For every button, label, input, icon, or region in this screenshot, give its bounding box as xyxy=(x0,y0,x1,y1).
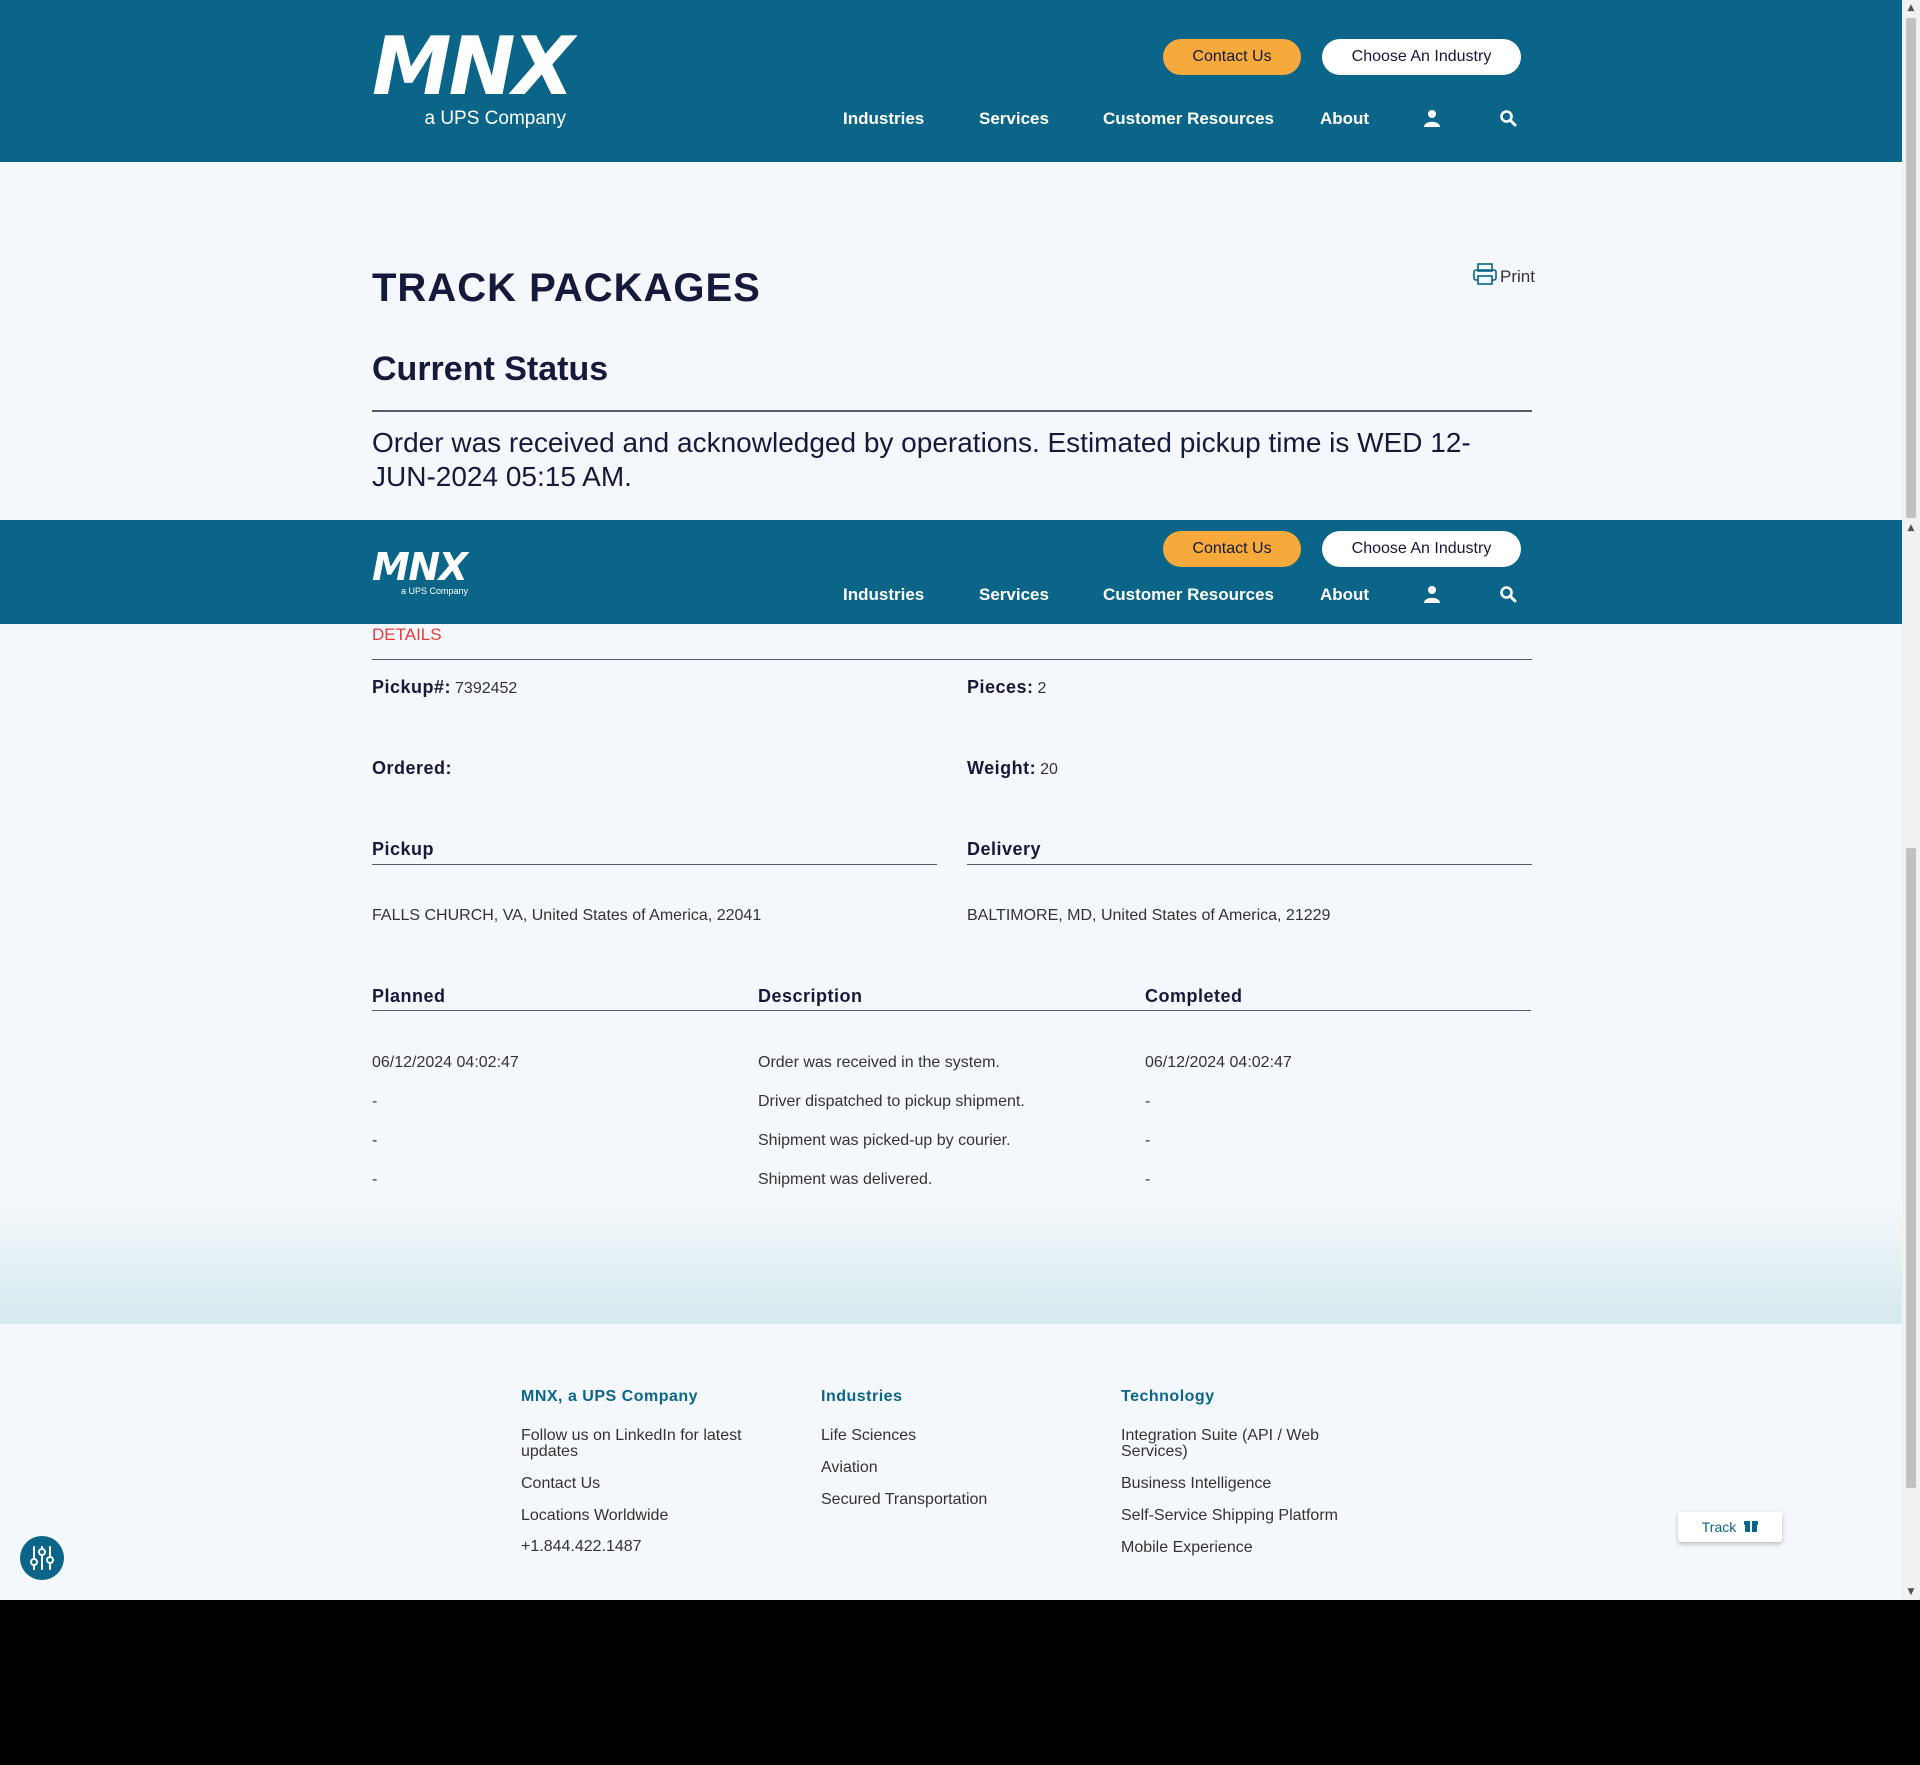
current-status-heading: Current Status xyxy=(372,350,609,388)
nav-industries[interactable]: Industries xyxy=(843,109,924,129)
table-cell-planned: - xyxy=(372,1093,378,1110)
page-title: TRACK PACKAGES xyxy=(372,266,761,310)
table-cell-completed: - xyxy=(1145,1093,1151,1110)
footer-link-phone[interactable]: +1.844.422.1487 xyxy=(521,1539,642,1555)
search-icon[interactable] xyxy=(1499,109,1519,129)
scroll-thumb[interactable] xyxy=(1906,848,1916,1488)
footer-link-locations[interactable]: Locations Worldwide xyxy=(521,1508,668,1524)
table-cell-description: Driver dispatched to pickup shipment. xyxy=(758,1093,1025,1110)
column-header-completed: Completed xyxy=(1145,986,1243,1006)
site-header: MNX a UPS Company Contact Us Choose An I… xyxy=(0,0,1902,162)
sticky-search-icon[interactable] xyxy=(1499,585,1519,605)
track-label: Track xyxy=(1701,1519,1737,1535)
pickup-heading: Pickup xyxy=(372,839,435,859)
nav-about[interactable]: About xyxy=(1320,109,1369,129)
table-cell-description: Order was received in the system. xyxy=(758,1054,1000,1071)
footer-link-contact-us[interactable]: Contact Us xyxy=(521,1476,600,1492)
column-header-planned: Planned xyxy=(372,986,446,1006)
weight-field: Weight: 20 xyxy=(967,758,1058,778)
delivery-divider xyxy=(967,864,1532,865)
column-header-description: Description xyxy=(758,986,863,1006)
table-cell-planned: - xyxy=(372,1171,378,1188)
details-divider xyxy=(372,659,1532,660)
nav-services[interactable]: Services xyxy=(979,109,1049,129)
pieces-field: Pieces: 2 xyxy=(967,677,1047,697)
ordered-field: Ordered: xyxy=(372,758,453,778)
footer-heading-technology: Technology xyxy=(1121,1388,1215,1405)
scroll-down-arrow[interactable]: ▼ xyxy=(1902,1584,1920,1600)
footer-link-integration-suite[interactable]: Integration Suite (API / Web Services) xyxy=(1121,1428,1341,1460)
table-cell-completed: - xyxy=(1145,1132,1151,1149)
delivery-address: BALTIMORE, MD, United States of America,… xyxy=(967,907,1331,924)
scroll-up-arrow[interactable]: ▲ xyxy=(1902,520,1920,536)
footer-link-linkedin[interactable]: Follow us on LinkedIn for latest updates xyxy=(521,1428,761,1460)
sticky-mnx-logo[interactable]: MNX a UPS Company xyxy=(372,548,472,596)
delivery-heading: Delivery xyxy=(967,839,1042,859)
sticky-user-icon[interactable] xyxy=(1423,585,1443,605)
site-footer: MNX, a UPS Company Follow us on LinkedIn… xyxy=(0,1324,1902,1600)
sticky-header: Contact Us Choose An Industry Industries… xyxy=(0,520,1902,624)
pickup-divider xyxy=(372,864,937,865)
footer-link-self-service[interactable]: Self-Service Shipping Platform xyxy=(1121,1508,1338,1524)
scroll-thumb-upper[interactable] xyxy=(1906,18,1916,518)
table-cell-description: Shipment was picked-up by courier. xyxy=(758,1132,1011,1149)
package-icon xyxy=(1744,1519,1759,1536)
choose-industry-button[interactable]: Choose An Industry xyxy=(1322,39,1521,75)
accessibility-sliders-icon xyxy=(30,1546,54,1570)
mnx-logo[interactable]: MNX a UPS Company xyxy=(372,27,574,130)
footer-link-aviation[interactable]: Aviation xyxy=(821,1460,878,1476)
footer-link-business-intelligence[interactable]: Business Intelligence xyxy=(1121,1476,1271,1492)
footer-link-secured-transportation[interactable]: Secured Transportation xyxy=(821,1492,987,1508)
details-label: DETAILS xyxy=(372,625,442,644)
sticky-nav-services[interactable]: Services xyxy=(979,585,1049,605)
table-cell-description: Shipment was delivered. xyxy=(758,1171,933,1188)
current-status-text: Order was received and acknowledged by o… xyxy=(372,427,1471,492)
sticky-nav-about[interactable]: About xyxy=(1320,585,1369,605)
pickup-address: FALLS CHURCH, VA, United States of Ameri… xyxy=(372,907,762,924)
user-icon[interactable] xyxy=(1423,109,1443,129)
status-divider xyxy=(372,410,1532,412)
table-cell-completed: - xyxy=(1145,1171,1151,1188)
page-viewport: MNX a UPS Company Contact Us Choose An I… xyxy=(0,0,1902,1600)
track-button[interactable]: Track xyxy=(1678,1512,1782,1542)
sticky-nav-customer-resources[interactable]: Customer Resources xyxy=(1103,585,1274,605)
print-label: Print xyxy=(1500,266,1535,286)
printer-icon xyxy=(1472,262,1498,291)
table-cell-planned: - xyxy=(372,1132,378,1149)
nav-customer-resources[interactable]: Customer Resources xyxy=(1103,109,1274,129)
accessibility-button[interactable] xyxy=(20,1536,64,1580)
table-cell-planned: 06/12/2024 04:02:47 xyxy=(372,1054,519,1071)
footer-heading-company: MNX, a UPS Company xyxy=(521,1388,699,1405)
table-cell-completed: 06/12/2024 04:02:47 xyxy=(1145,1054,1292,1071)
sticky-contact-us-button[interactable]: Contact Us xyxy=(1163,531,1301,567)
scroll-up-arrow[interactable]: ▲ xyxy=(1902,0,1920,16)
vertical-scrollbar[interactable]: ▲ ▲ ▼ xyxy=(1902,0,1920,1600)
table-header-divider xyxy=(372,1010,1531,1011)
pickup-number-field: Pickup#: 7392452 xyxy=(372,677,518,697)
sticky-nav-industries[interactable]: Industries xyxy=(843,585,924,605)
print-button[interactable]: Print xyxy=(1472,262,1535,291)
footer-link-life-sciences[interactable]: Life Sciences xyxy=(821,1428,916,1444)
contact-us-button[interactable]: Contact Us xyxy=(1163,39,1301,75)
sticky-choose-industry-button[interactable]: Choose An Industry xyxy=(1322,531,1521,567)
footer-heading-industries: Industries xyxy=(821,1388,903,1405)
footer-link-mobile-experience[interactable]: Mobile Experience xyxy=(1121,1540,1253,1556)
footer-gradient xyxy=(0,1200,1902,1324)
